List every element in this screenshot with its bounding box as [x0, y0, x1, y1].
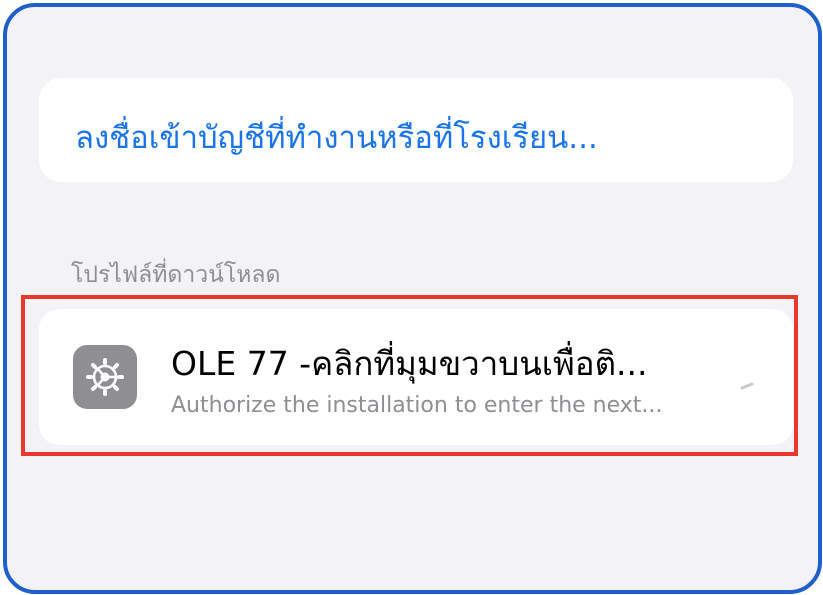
work-school-signin-link[interactable]: ลงชื่อเข้าบัญชีที่ทำงานหรือที่โรงเรียน..…	[75, 112, 598, 162]
downloaded-profile-row[interactable]: OLE 77 -คลิกที่มุมขวาบนเพื่อติ... Author…	[39, 309, 793, 445]
signin-card: ลงชื่อเข้าบัญชีที่ทำงานหรือที่โรงเรียน..…	[39, 78, 793, 182]
profile-subtitle: Authorize the installation to enter the …	[171, 393, 663, 418]
screenshot-frame: ลงชื่อเข้าบัญชีที่ทำงานหรือที่โรงเรียน..…	[3, 3, 822, 594]
chevron-right-icon	[740, 365, 755, 390]
profile-title: OLE 77 -คลิกที่มุมขวาบนเพื่อติ...	[171, 344, 648, 383]
downloaded-profiles-header: โปรไฟล์ที่ดาวน์โหลด	[71, 262, 281, 288]
settings-gear-icon	[73, 345, 137, 409]
